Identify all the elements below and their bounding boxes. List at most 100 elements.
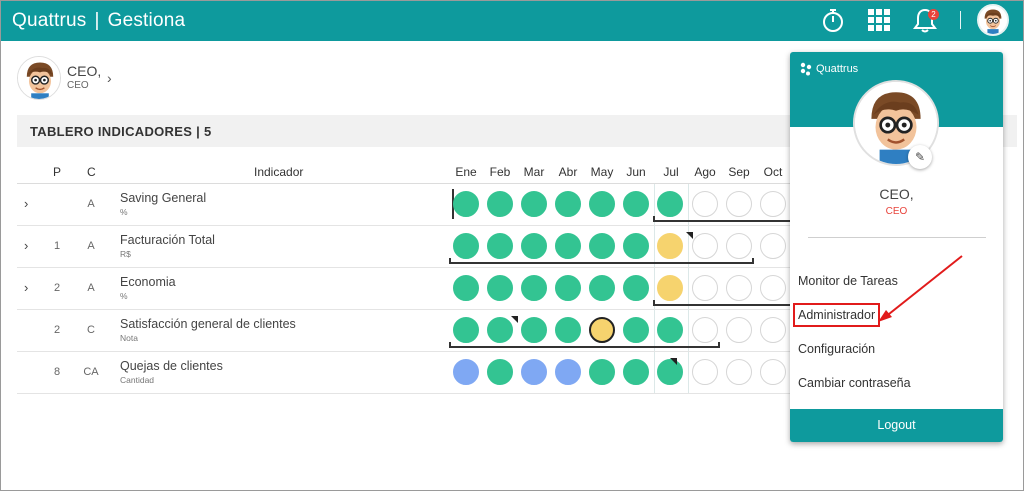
- status-dot-feb[interactable]: [487, 275, 513, 301]
- class-cell: A: [87, 198, 95, 210]
- month-header: Abr: [558, 165, 578, 179]
- indicator-name[interactable]: Saving General: [120, 191, 206, 205]
- status-dot-mar[interactable]: [521, 359, 547, 385]
- brand-separator: |: [94, 10, 100, 31]
- status-dot-ago[interactable]: [692, 359, 718, 385]
- product-name: Gestiona: [107, 10, 186, 31]
- status-dot-jun[interactable]: [623, 233, 649, 259]
- status-dot-abr[interactable]: [555, 233, 581, 259]
- status-dot-ene[interactable]: [453, 191, 479, 217]
- month-header: Ene: [455, 165, 477, 179]
- indicator-name[interactable]: Quejas de clientes: [120, 359, 223, 373]
- status-dot-abr[interactable]: [555, 317, 581, 343]
- status-dot-ago[interactable]: [692, 275, 718, 301]
- priority-cell: 2: [53, 282, 61, 294]
- period-bracket: [653, 300, 808, 306]
- notification-badge: 2: [928, 9, 939, 20]
- status-dot-ene[interactable]: [453, 359, 479, 385]
- table-row[interactable]: › 2 A Economia %: [17, 268, 808, 310]
- expand-chevron-icon[interactable]: ›: [24, 238, 28, 253]
- quattrus-logo-icon: [800, 62, 812, 76]
- indicator-unit: %: [120, 207, 128, 217]
- profile-role: CEO: [67, 80, 89, 91]
- comment-flag: [686, 232, 693, 239]
- status-dot-may[interactable]: [589, 233, 615, 259]
- status-dot-feb[interactable]: [487, 191, 513, 217]
- status-dot-mar[interactable]: [521, 317, 547, 343]
- status-dot-ene[interactable]: [453, 317, 479, 343]
- status-dot-ene[interactable]: [453, 275, 479, 301]
- column-header-p: P: [53, 165, 62, 179]
- avatar-icon: [18, 57, 60, 99]
- menu-item-cambiar-contrasena[interactable]: Cambiar contraseña: [798, 376, 911, 390]
- status-dot-sep[interactable]: [726, 317, 752, 343]
- status-dot-jun[interactable]: [623, 191, 649, 217]
- class-cell: A: [87, 282, 95, 294]
- user-menu-panel: Quattrus ✎ CEO, CEO Monitor de Tareas Ad…: [790, 52, 1003, 442]
- status-dot-jul[interactable]: [657, 275, 683, 301]
- app-brand[interactable]: Quattrus | Gestiona: [12, 10, 185, 32]
- logout-button[interactable]: Logout: [790, 409, 1003, 442]
- status-dot-ago[interactable]: [692, 317, 718, 343]
- status-dot-may[interactable]: [589, 359, 615, 385]
- status-dot-may[interactable]: [589, 317, 615, 343]
- table-row[interactable]: 8 CA Quejas de clientes Cantidad: [17, 352, 807, 394]
- status-dot-oct[interactable]: [760, 275, 786, 301]
- table-row[interactable]: 2 C Satisfacción general de clientes Not…: [17, 310, 807, 352]
- status-dot-oct[interactable]: [760, 191, 786, 217]
- status-dot-ago[interactable]: [692, 233, 718, 259]
- profile-avatar: [17, 56, 61, 100]
- user-avatar-button[interactable]: [977, 4, 1009, 36]
- status-dot-mar[interactable]: [521, 191, 547, 217]
- period-bracket: [653, 216, 808, 222]
- month-header: Jul: [663, 165, 679, 179]
- indicator-unit: %: [120, 291, 128, 301]
- status-dot-sep[interactable]: [726, 275, 752, 301]
- apps-grid-icon[interactable]: [864, 5, 894, 35]
- period-bracket: [449, 258, 754, 264]
- status-dot-sep[interactable]: [726, 191, 752, 217]
- status-dot-ene[interactable]: [453, 233, 479, 259]
- indicator-name[interactable]: Facturación Total: [120, 233, 215, 247]
- status-dot-jun[interactable]: [623, 275, 649, 301]
- stopwatch-icon[interactable]: [818, 5, 848, 35]
- expand-chevron-icon[interactable]: ›: [24, 280, 28, 295]
- status-dot-ago[interactable]: [692, 191, 718, 217]
- class-cell: CA: [83, 366, 99, 378]
- pencil-icon: ✎: [914, 150, 926, 164]
- status-dot-jul[interactable]: [657, 233, 683, 259]
- chevron-right-icon[interactable]: ›: [107, 70, 112, 86]
- menu-item-configuracion[interactable]: Configuración: [798, 342, 875, 356]
- expand-chevron-icon[interactable]: ›: [24, 196, 28, 211]
- status-dot-oct[interactable]: [760, 359, 786, 385]
- indicator-name[interactable]: Economia: [120, 275, 176, 289]
- month-header: May: [590, 165, 614, 179]
- status-dot-jul[interactable]: [657, 317, 683, 343]
- status-dot-oct[interactable]: [760, 233, 786, 259]
- status-dot-may[interactable]: [589, 191, 615, 217]
- status-dot-feb[interactable]: [487, 317, 513, 343]
- status-dot-feb[interactable]: [487, 233, 513, 259]
- table-row[interactable]: › 1 A Facturación Total R$: [17, 226, 807, 268]
- brand-name: Quattrus: [12, 10, 87, 31]
- status-dot-abr[interactable]: [555, 275, 581, 301]
- status-dot-feb[interactable]: [487, 359, 513, 385]
- status-dot-mar[interactable]: [521, 275, 547, 301]
- status-dot-jun[interactable]: [623, 317, 649, 343]
- status-dot-abr[interactable]: [555, 191, 581, 217]
- status-dot-may[interactable]: [589, 275, 615, 301]
- status-dot-sep[interactable]: [726, 359, 752, 385]
- status-dot-jul[interactable]: [657, 191, 683, 217]
- status-dot-mar[interactable]: [521, 233, 547, 259]
- priority-cell: 8: [53, 366, 61, 378]
- status-dot-sep[interactable]: [726, 233, 752, 259]
- indicator-name[interactable]: Satisfacción general de clientes: [120, 317, 296, 331]
- status-dot-jun[interactable]: [623, 359, 649, 385]
- menu-item-administrador[interactable]: Administrador: [792, 303, 881, 327]
- avatar-icon: [979, 6, 1007, 34]
- menu-divider: [808, 237, 986, 238]
- status-dot-oct[interactable]: [760, 317, 786, 343]
- table-row[interactable]: › A Saving General %: [17, 184, 808, 226]
- status-dot-abr[interactable]: [555, 359, 581, 385]
- edit-avatar-button[interactable]: ✎: [908, 145, 932, 169]
